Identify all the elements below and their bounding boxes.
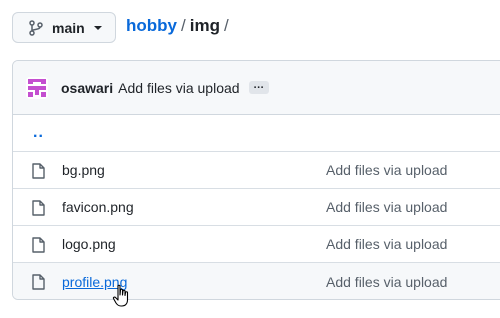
branch-select-button[interactable]: main — [12, 12, 116, 43]
breadcrumb-repo-link[interactable]: hobby — [126, 16, 177, 36]
file-icon — [31, 237, 45, 253]
commit-author[interactable]: osawari — [61, 80, 113, 96]
commit-message[interactable]: Add files via upload — [118, 80, 239, 96]
git-branch-icon — [29, 19, 43, 36]
file-name-link[interactable]: profile.png — [62, 274, 127, 290]
file-commit-message[interactable]: Add files via upload — [326, 162, 447, 178]
file-commit-message[interactable]: Add files via upload — [326, 199, 447, 215]
table-row[interactable]: bg.png Add files via upload — [13, 152, 500, 189]
file-list: osawari Add files via upload … .. bg.png… — [12, 60, 500, 300]
file-icon — [31, 163, 45, 179]
breadcrumb-separator: / — [181, 16, 186, 35]
file-name-link[interactable]: logo.png — [62, 236, 116, 252]
file-icon — [31, 200, 45, 216]
file-commit-message[interactable]: Add files via upload — [326, 274, 447, 290]
breadcrumb-current-dir: img — [189, 16, 220, 35]
avatar[interactable] — [26, 76, 48, 99]
parent-directory-link[interactable]: .. — [33, 124, 44, 142]
file-name-link[interactable]: favicon.png — [62, 199, 134, 215]
file-commit-message[interactable]: Add files via upload — [326, 236, 447, 252]
file-name-link[interactable]: bg.png — [62, 162, 105, 178]
caret-down-icon — [93, 25, 103, 31]
parent-directory-row[interactable]: .. — [13, 115, 500, 152]
table-row[interactable]: logo.png Add files via upload — [13, 226, 500, 263]
branch-name: main — [52, 19, 85, 36]
breadcrumb-separator: / — [223, 16, 229, 35]
table-row[interactable]: favicon.png Add files via upload — [13, 189, 500, 226]
breadcrumb: hobby / img / — [126, 16, 233, 36]
table-row[interactable]: profile.png Add files via upload — [13, 263, 500, 299]
file-icon — [31, 274, 45, 290]
latest-commit-bar: osawari Add files via upload … — [13, 61, 500, 115]
commit-details-button[interactable]: … — [248, 80, 269, 94]
